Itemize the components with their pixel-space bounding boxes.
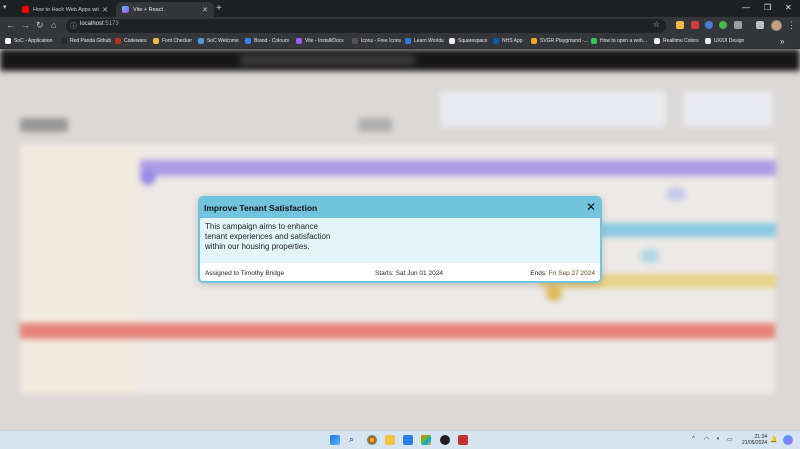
bookmark-item[interactable]: Icons - Free Icons	[352, 38, 401, 44]
extension-icon[interactable]	[705, 21, 713, 29]
bookmark-item[interactable]: Learn Worlds	[405, 38, 444, 44]
extension-icon[interactable]	[691, 21, 699, 29]
nhs-icon	[493, 38, 499, 44]
modal-header: Improve Tenant Satisfaction ✕	[200, 198, 600, 218]
campaign-detail-modal: Improve Tenant Satisfaction ✕ This campa…	[198, 196, 602, 283]
svgr-icon	[531, 38, 537, 44]
clock-date: 21/05/2024	[742, 440, 768, 446]
bookmark-item[interactable]: NHS App	[493, 38, 523, 44]
github-icon	[61, 38, 67, 44]
web-icon	[591, 38, 597, 44]
back-icon[interactable]: ←	[6, 20, 15, 30]
realtime-colors-icon	[654, 38, 660, 44]
new-tab-button[interactable]: +	[216, 3, 222, 14]
bookmark-item[interactable]: Vite - Install/Docs	[296, 38, 344, 44]
media-icon[interactable]	[756, 21, 764, 29]
file-explorer-icon[interactable]	[385, 435, 395, 445]
vscode-icon[interactable]	[403, 435, 413, 445]
campaign-description: This campaign aims to enhance tenant exp…	[205, 222, 331, 251]
squarespace-icon	[449, 38, 455, 44]
github-desktop-icon[interactable]	[440, 435, 450, 445]
end-date-text: Ends: Fri Sep 27 2024	[530, 270, 595, 277]
bookmark-item[interactable]: Font Checker	[153, 38, 192, 44]
modal-body: This campaign aims to enhance tenant exp…	[200, 218, 600, 263]
app-icon[interactable]	[458, 435, 468, 445]
brand-colours-icon	[245, 38, 251, 44]
bookmark-star-icon[interactable]: ☆	[653, 20, 660, 29]
close-tab-icon[interactable]: ✕	[202, 6, 208, 14]
home-icon[interactable]: ⌂	[51, 20, 56, 30]
copilot-icon[interactable]	[783, 435, 793, 445]
extension-icon[interactable]	[719, 21, 727, 29]
battery-icon[interactable]: ▭	[727, 436, 733, 443]
bookmark-item[interactable]: Red Panda Github	[61, 38, 111, 44]
start-date-text: Starts: Sat Jun 01 2024	[375, 270, 443, 277]
folder-icon	[705, 38, 711, 44]
tab-search-icon[interactable]: ▾	[3, 3, 7, 11]
reload-icon[interactable]: ↻	[36, 20, 44, 31]
icons-icon	[352, 38, 358, 44]
bookmark-item[interactable]: SVGR Playground -...	[531, 38, 588, 44]
browser-toolbar: ← → ↻ ⌂ ⓘ localhost:5173 ☆ ⋮	[0, 17, 800, 35]
learn-worlds-icon	[405, 38, 411, 44]
vite-icon	[122, 6, 129, 13]
extensions-puzzle-icon[interactable]	[734, 21, 742, 29]
bookmark-item[interactable]: Realtime Colors	[654, 38, 699, 44]
bookmark-icon	[5, 38, 11, 44]
minimize-icon[interactable]: —	[742, 3, 750, 12]
vite-icon	[296, 38, 302, 44]
address-url[interactable]: localhost:5173	[80, 21, 119, 27]
wifi-icon[interactable]: ◠	[704, 436, 709, 443]
bookmarks-bar: SoC - Application Red Panda Github Codew…	[0, 35, 800, 49]
start-icon[interactable]	[330, 435, 340, 445]
close-window-icon[interactable]: ✕	[785, 3, 792, 12]
bookmark-item[interactable]: Codewars	[115, 38, 147, 44]
soc-welcome-icon	[198, 38, 204, 44]
tab-youtube[interactable]: How to Hack Web Apps with C ✕	[16, 2, 114, 17]
restore-icon[interactable]: ❐	[764, 3, 771, 12]
modal-footer: Assigned to Timothy Bridge Starts: Sat J…	[200, 263, 600, 281]
notification-icon[interactable]: 🔔	[770, 436, 777, 443]
modal-title: Improve Tenant Satisfaction	[204, 203, 318, 213]
browser-tab-strip: ▾ How to Hack Web Apps with C ✕ Vite + R…	[0, 0, 800, 17]
show-hidden-icons[interactable]: ^	[692, 436, 695, 442]
bookmark-item[interactable]: SoC Welcome	[198, 38, 239, 44]
bookmark-item[interactable]: SoC - Application	[5, 38, 52, 44]
youtube-icon	[22, 6, 29, 13]
bookmark-folder[interactable]: UX/UI Design	[705, 38, 744, 44]
address-bar[interactable]: ⓘ localhost:5173 ☆	[66, 19, 666, 33]
tab-label: How to Hack Web Apps with C	[33, 6, 99, 13]
search-icon[interactable]: ⌕	[349, 434, 354, 445]
forward-icon[interactable]: →	[21, 20, 30, 30]
close-tab-icon[interactable]: ✕	[102, 6, 108, 14]
profile-avatar[interactable]	[771, 20, 782, 31]
tab-vite-react[interactable]: Vite + React ✕	[116, 2, 214, 17]
bookmark-item[interactable]: Brand - Colours	[245, 38, 289, 44]
codewars-icon	[115, 38, 121, 44]
tab-label: Vite + React	[133, 6, 164, 13]
windows-taskbar: ⌕ ^ ◠ ◖ ▭ 21:34 21/05/2024 🔔	[0, 430, 800, 449]
assigned-to-text: Assigned to Timothy Bridge	[205, 270, 285, 277]
chrome-icon[interactable]	[367, 435, 377, 445]
extension-icon[interactable]	[676, 21, 684, 29]
system-clock[interactable]: 21:34 21/05/2024	[742, 434, 767, 446]
volume-icon[interactable]: ◖	[716, 436, 720, 442]
bookmark-item[interactable]: Squarespace	[449, 38, 487, 44]
bookmark-item[interactable]: How to open a web...	[591, 38, 647, 44]
font-checker-icon	[153, 38, 159, 44]
app-icon[interactable]	[421, 435, 431, 445]
site-info-icon[interactable]: ⓘ	[70, 21, 77, 31]
close-icon[interactable]: ✕	[586, 200, 596, 214]
menu-icon[interactable]: ⋮	[787, 20, 796, 31]
more-bookmarks-icon[interactable]: »	[780, 37, 784, 46]
